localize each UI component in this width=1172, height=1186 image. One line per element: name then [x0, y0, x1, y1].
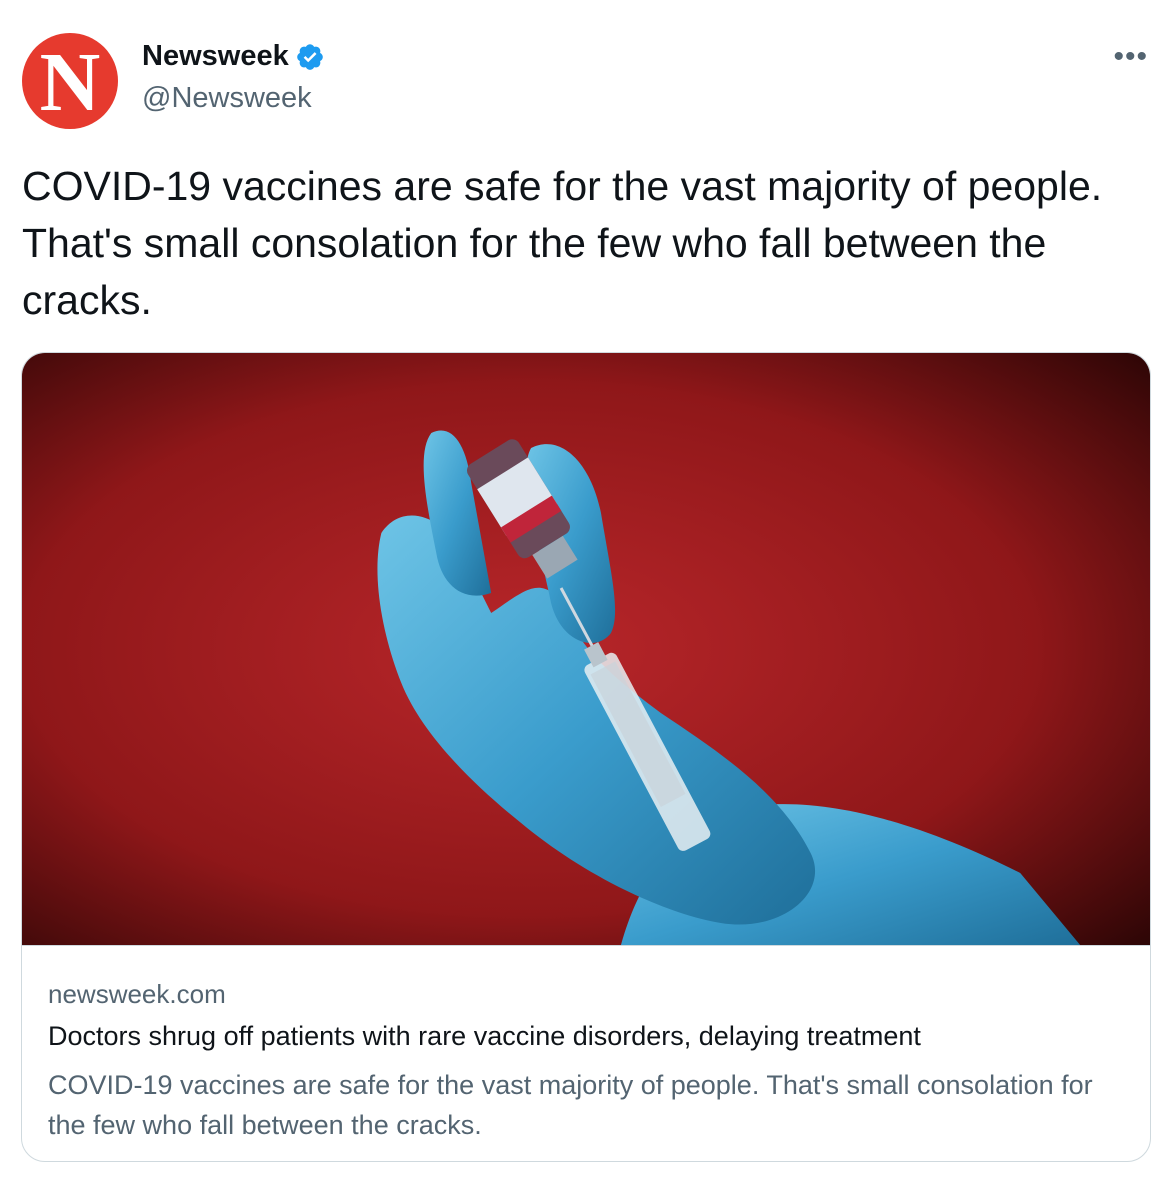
author-name-row: Newsweek [142, 40, 325, 73]
avatar-logo-letter: N [39, 36, 101, 129]
link-card[interactable]: newsweek.com Doctors shrug off patients … [21, 352, 1151, 1162]
card-image [22, 353, 1150, 946]
card-domain: newsweek.com [48, 979, 226, 1009]
verified-badge-icon [295, 42, 325, 72]
more-options-icon[interactable]: ••• [1113, 42, 1148, 72]
user-handle[interactable]: @Newsweek [142, 82, 312, 115]
display-name[interactable]: Newsweek [142, 40, 289, 73]
card-title: Doctors shrug off patients with rare vac… [48, 1021, 921, 1051]
avatar[interactable]: N [22, 33, 118, 129]
card-description: COVID-19 vaccines are safe for the vast … [48, 1070, 1093, 1140]
tweet-text: COVID-19 vaccines are safe for the vast … [22, 163, 1103, 323]
